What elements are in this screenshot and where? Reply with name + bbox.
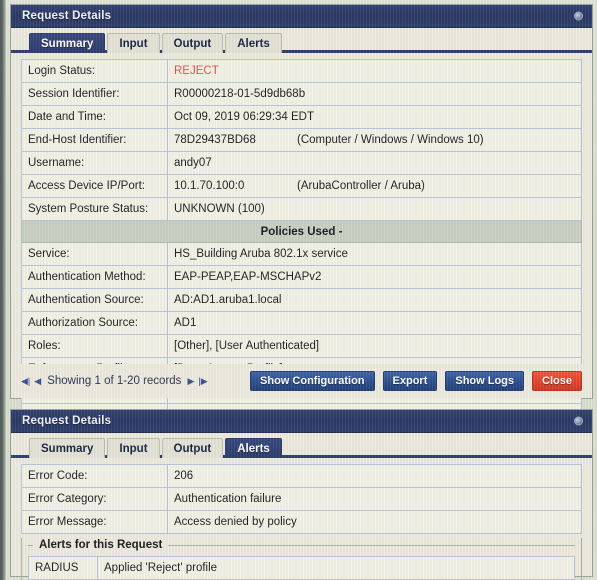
table-row: Error Message: Access denied by policy bbox=[21, 510, 582, 534]
row-value: Oct 09, 2019 06:29:34 EDT bbox=[167, 105, 582, 129]
alerts-group-legend: Alerts for this Request bbox=[39, 539, 163, 551]
row-label: End-Host Identifier: bbox=[21, 128, 168, 152]
table-row: Access Device IP/Port: 10.1.70.100:0 (Aru… bbox=[21, 174, 582, 198]
row-label: System Posture Status: bbox=[21, 197, 168, 221]
table-row: End-Host Identifier: 78D29437BD68 (Comput… bbox=[21, 128, 582, 152]
row-label: Error Message: bbox=[21, 510, 168, 534]
table-row: Error Category: Authentication failure bbox=[21, 487, 582, 511]
first-page-icon[interactable]: ◀| bbox=[21, 376, 30, 386]
request-details-alerts-panel: Request Details Summary Input Output Ale… bbox=[10, 409, 593, 580]
row-label: Username: bbox=[21, 151, 168, 175]
row-value: 206 bbox=[167, 464, 582, 488]
row-value-extra: (ArubaController / Aruba) bbox=[297, 180, 425, 192]
next-page-icon[interactable]: ▶ bbox=[187, 376, 194, 386]
alert-source: RADIUS bbox=[28, 556, 98, 580]
table-row: Username: andy07 bbox=[21, 151, 582, 175]
close-button[interactable]: Close bbox=[532, 371, 582, 391]
table-row: Authorization Source: AD1 bbox=[21, 311, 582, 335]
window-left-edge bbox=[0, 0, 6, 580]
export-button[interactable]: Export bbox=[382, 371, 438, 391]
table-row: Authentication Source: AD:AD1.aruba1.loc… bbox=[21, 288, 582, 312]
table-row: Date and Time: Oct 09, 2019 06:29:34 EDT bbox=[21, 105, 582, 129]
tab-alerts[interactable]: Alerts bbox=[225, 438, 282, 458]
footer-button-group: Show Configuration Export Show Logs Clos… bbox=[250, 371, 582, 391]
row-value-main: 78D29437BD68 bbox=[174, 134, 256, 146]
pagination-control: ◀| ◀ Showing 1 of 1-20 records ▶ |▶ bbox=[21, 375, 208, 387]
show-logs-button[interactable]: Show Logs bbox=[445, 371, 525, 391]
table-row: Roles: [Other], [User Authenticated] bbox=[21, 334, 582, 358]
tab-output[interactable]: Output bbox=[161, 438, 224, 458]
row-value: REJECT bbox=[167, 59, 582, 83]
alerts-detail-table: Error Code: 206 Error Category: Authenti… bbox=[21, 464, 582, 534]
row-value-extra: (Computer / Windows / Windows 10) bbox=[297, 134, 484, 146]
summary-panel-footer: ◀| ◀ Showing 1 of 1-20 records ▶ |▶ Show… bbox=[11, 364, 592, 398]
alert-message: Applied 'Reject' profile bbox=[97, 556, 575, 580]
row-value: [Other], [User Authenticated] bbox=[167, 334, 582, 358]
row-value: 78D29437BD68 (Computer / Windows / Window… bbox=[167, 128, 582, 152]
row-label: Access Device IP/Port: bbox=[21, 174, 168, 198]
tab-summary[interactable]: Summary bbox=[29, 438, 106, 458]
row-value-main: 10.1.70.100:0 bbox=[174, 180, 245, 192]
row-value: R00000218-01-5d9db68b bbox=[167, 82, 582, 106]
policies-used-section-header: Policies Used - bbox=[21, 220, 582, 243]
row-label: Authentication Source: bbox=[21, 288, 168, 312]
table-row: Authentication Method: EAP-PEAP,EAP-MSCH… bbox=[21, 265, 582, 289]
table-row: Login Status: REJECT bbox=[21, 59, 582, 83]
row-label: Error Code: bbox=[21, 464, 168, 488]
login-status-value: REJECT bbox=[174, 65, 219, 77]
summary-panel-tabbar: Summary Input Output Alerts bbox=[11, 28, 592, 53]
tab-output[interactable]: Output bbox=[161, 33, 224, 53]
row-label: Login Status: bbox=[21, 59, 168, 83]
row-value: Access denied by policy bbox=[167, 510, 582, 534]
last-page-icon[interactable]: |▶ bbox=[198, 376, 207, 386]
row-label: Service: bbox=[21, 242, 168, 266]
legend-rule bbox=[168, 544, 575, 546]
table-row: Service: HS_Building Aruba 802.1x servic… bbox=[21, 242, 582, 266]
row-label: Date and Time: bbox=[21, 105, 168, 129]
tab-input[interactable]: Input bbox=[107, 438, 160, 458]
row-value: 10.1.70.100:0 (ArubaController / Aruba) bbox=[167, 174, 582, 198]
row-value: AD1 bbox=[167, 311, 582, 335]
gear-circle-icon[interactable] bbox=[574, 11, 583, 21]
screen-capture: Request Details Summary Input Output Ale… bbox=[0, 0, 597, 580]
table-row: Session Identifier: R00000218-01-5d9db68… bbox=[21, 82, 582, 106]
row-value: UNKNOWN (100) bbox=[167, 197, 582, 221]
row-label: Authentication Method: bbox=[21, 265, 168, 289]
table-row: Error Code: 206 bbox=[21, 464, 582, 488]
tab-input[interactable]: Input bbox=[107, 33, 160, 53]
row-value: EAP-PEAP,EAP-MSCHAPv2 bbox=[167, 265, 582, 289]
previous-page-icon[interactable]: ◀ bbox=[34, 376, 41, 386]
group-legend-row: Alerts for this Request bbox=[28, 538, 575, 552]
summary-panel-titlebar: Request Details bbox=[11, 5, 592, 28]
row-label: Authorization Source: bbox=[21, 311, 168, 335]
row-value: Authentication failure bbox=[167, 487, 582, 511]
tab-alerts[interactable]: Alerts bbox=[225, 33, 282, 53]
alerts-panel-tabbar: Summary Input Output Alerts bbox=[11, 433, 592, 458]
alerts-panel-title: Request Details bbox=[22, 415, 112, 427]
alerts-table: RADIUS Applied 'Reject' profile bbox=[28, 556, 575, 580]
row-value: HS_Building Aruba 802.1x service bbox=[167, 242, 582, 266]
summary-panel-title: Request Details bbox=[22, 10, 112, 22]
alerts-panel-titlebar: Request Details bbox=[11, 410, 592, 433]
alerts-detail-wrapper: Error Code: 206 Error Category: Authenti… bbox=[11, 458, 592, 534]
row-value: andy07 bbox=[167, 151, 582, 175]
row-label: Roles: bbox=[21, 334, 168, 358]
table-row: System Posture Status: UNKNOWN (100) bbox=[21, 197, 582, 221]
records-count-label: Showing 1 of 1-20 records bbox=[47, 375, 182, 387]
row-label: Session Identifier: bbox=[21, 82, 168, 106]
request-details-summary-panel: Request Details Summary Input Output Ale… bbox=[10, 4, 593, 427]
row-label: Error Category: bbox=[21, 487, 168, 511]
gear-circle-icon[interactable] bbox=[574, 416, 583, 426]
row-value: AD:AD1.aruba1.local bbox=[167, 288, 582, 312]
list-item: RADIUS Applied 'Reject' profile bbox=[28, 556, 575, 580]
section-header-label: Policies Used - bbox=[21, 220, 582, 243]
show-configuration-button[interactable]: Show Configuration bbox=[250, 371, 375, 391]
tab-summary[interactable]: Summary bbox=[29, 33, 106, 53]
alerts-for-request-group: Alerts for this Request RADIUS Applied '… bbox=[21, 538, 582, 580]
